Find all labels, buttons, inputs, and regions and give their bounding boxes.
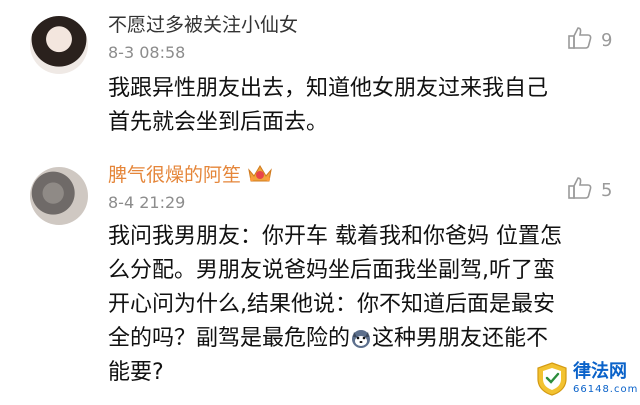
avatar[interactable] bbox=[30, 167, 88, 225]
like-count: 9 bbox=[601, 30, 613, 51]
timestamp: 8-4 21:29 bbox=[108, 193, 186, 212]
timestamp: 8-3 08:58 bbox=[108, 43, 186, 62]
comment-text: 我跟异性朋友出去，知道他女朋友过来我自己 首先就会坐到后面去。 bbox=[108, 72, 618, 140]
comment-line: 么分配。男朋友说爸妈坐后面我坐副驾,听了蛮 bbox=[108, 258, 555, 283]
username-text: 脾气很燥的阿笙 bbox=[108, 164, 242, 186]
username[interactable]: 不愿过多被关注小仙女 bbox=[108, 14, 298, 36]
shield-logo-icon bbox=[535, 361, 569, 397]
comment-line: 全的吗？副驾是最危险的 这种男朋友还能不 bbox=[108, 322, 618, 356]
site-watermark: 律法网 66148.com bbox=[535, 358, 638, 400]
comment-line: 我跟异性朋友出去，知道他女朋友过来我自己 bbox=[108, 76, 549, 101]
thumbs-up-icon bbox=[567, 26, 593, 55]
husky-emoji-icon bbox=[350, 326, 372, 348]
comment-line: 开心问为什么,结果他说：你不知道后面是最安 bbox=[108, 292, 555, 317]
watermark-title: 律法网 bbox=[573, 361, 627, 382]
like-button[interactable]: 9 bbox=[567, 26, 612, 55]
like-count: 5 bbox=[601, 180, 613, 201]
comment-line: 我问我男朋友：你开车 载着我和你爸妈 位置怎 bbox=[108, 224, 562, 249]
watermark-text: 律法网 66148.com bbox=[573, 363, 638, 395]
username[interactable]: 脾气很燥的阿笙 bbox=[108, 162, 273, 189]
comment-segment: 全的吗？副驾是最危险的 bbox=[108, 326, 351, 351]
comment-line: 首先就会坐到后面去。 bbox=[108, 110, 329, 135]
like-button[interactable]: 5 bbox=[567, 176, 612, 205]
comment-segment: 这种男朋友还能不 bbox=[372, 326, 549, 351]
thumbs-up-icon bbox=[567, 176, 593, 205]
vip-crown-icon bbox=[247, 162, 273, 189]
watermark-subtitle: 66148.com bbox=[573, 384, 639, 395]
avatar[interactable] bbox=[30, 16, 88, 74]
